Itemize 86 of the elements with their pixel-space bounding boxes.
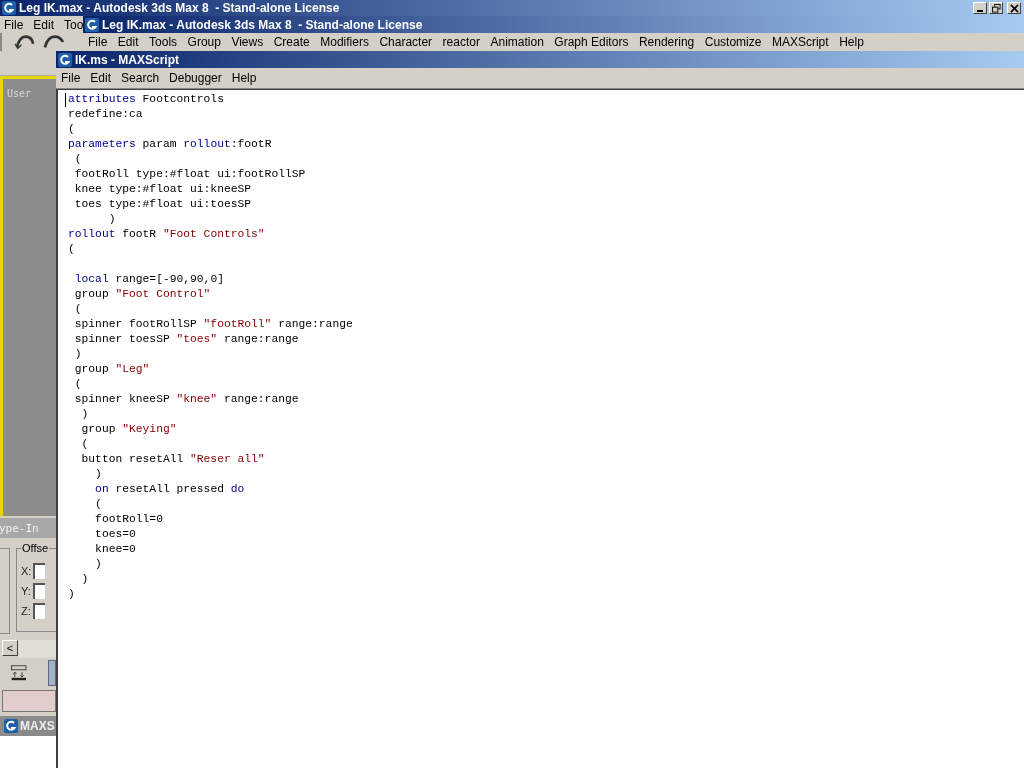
close-button[interactable] (1007, 2, 1021, 14)
menu-item[interactable]: Animation (490, 35, 544, 49)
align-icon[interactable] (10, 663, 28, 683)
minimize-button[interactable] (973, 2, 987, 14)
app-logo-icon (2, 1, 16, 15)
code-line: ( (94, 497, 102, 512)
app-logo-icon (58, 52, 72, 67)
code-line: attributes Footcontrols (68, 92, 224, 107)
code-line: group "Keying" (80, 422, 177, 437)
code-line: knee type:#float ui:kneeSP (73, 182, 252, 197)
menu-item[interactable]: Modifiers (320, 35, 369, 49)
app-logo-icon (4, 719, 18, 733)
menu-item[interactable]: Help (231, 71, 257, 85)
code-line: ) (107, 212, 116, 227)
minimize-icon (977, 9, 983, 12)
toolbar-button[interactable] (47, 660, 56, 686)
menu-item[interactable]: Group (187, 35, 221, 49)
scroll-left-button[interactable]: < (2, 640, 18, 656)
code-line: rollout footR "Foot Controls" (68, 227, 265, 242)
menu-item[interactable]: Create (273, 35, 310, 49)
menu-item[interactable]: File (88, 35, 108, 49)
code-line: ) (94, 467, 102, 482)
code-line: local range=[-90,90,0] (73, 272, 224, 287)
menu-item[interactable]: File (4, 17, 24, 32)
axis-label: X: (21, 565, 32, 577)
code-line: footRoll type:#float ui:footRollSP (73, 167, 306, 182)
code-line: ( (68, 122, 75, 137)
input-field[interactable] (33, 563, 46, 579)
input-field[interactable] (32, 603, 45, 619)
axis-label: Z: (21, 605, 31, 617)
menu-item[interactable]: Graph Editors (554, 35, 629, 49)
code-line: ) (94, 557, 102, 572)
restore-button[interactable] (989, 2, 1003, 14)
code-line: group "Foot Control" (73, 287, 211, 302)
code-line: button resetAll "Reser all" (80, 452, 265, 467)
window-title: IK.ms - MAXScript (75, 52, 179, 67)
code-line: spinner footRollSP "footRoll" range:range (73, 317, 353, 332)
code-line: knee=0 (94, 542, 136, 557)
menu-item[interactable]: Edit (117, 35, 139, 49)
menu-item[interactable]: Character (379, 35, 433, 49)
code-line: ( (73, 152, 82, 167)
code-line: on resetAll pressed do (94, 482, 245, 497)
axis-label: Y: (21, 585, 31, 597)
code-line: ( (73, 302, 82, 317)
window-title: Leg IK.max - Autodesk 3ds Max 8 - Stand-alone License (19, 1, 340, 15)
code-line: footRoll=0 (94, 512, 163, 527)
menu-item[interactable]: Search (121, 71, 160, 85)
text-cursor (65, 93, 66, 107)
code-line: redefine:ca (68, 107, 143, 122)
undo-icon[interactable] (14, 33, 36, 51)
taskbar-label: MAXS (20, 719, 55, 733)
group-label: Offse (21, 542, 50, 554)
menu-item[interactable]: Too (64, 17, 83, 32)
code-line: parameters param rollout:footR (68, 137, 272, 152)
menu-item[interactable]: reactor (442, 35, 480, 49)
menu-item[interactable]: File (61, 71, 81, 85)
menu-item[interactable]: Rendering (638, 35, 695, 49)
code-line: group "Leg" (73, 362, 150, 377)
menu-item[interactable]: Tools (149, 35, 178, 49)
empty-panel (0, 736, 56, 768)
code-line: ( (73, 377, 82, 392)
menu-item[interactable]: Edit (90, 71, 112, 85)
code-line: ) (68, 587, 75, 602)
restore-icon (991, 3, 1001, 13)
code-line: spinner kneeSP "knee" range:range (73, 392, 299, 407)
input-field[interactable] (32, 583, 45, 599)
app-logo-icon (85, 17, 99, 32)
code-line: toes=0 (94, 527, 136, 542)
code-line: ( (68, 242, 75, 257)
redo-icon[interactable] (42, 33, 64, 51)
menu-item[interactable]: Views (231, 35, 264, 49)
code-line: ( (80, 437, 89, 452)
code-line: ) (80, 407, 89, 422)
menu-item[interactable]: MAXScript (771, 35, 829, 49)
code-line: ) (73, 347, 82, 362)
menu-item[interactable]: Edit (33, 17, 55, 32)
window-title: Leg IK.max - Autodesk 3ds Max 8 - Stand-alone License (102, 17, 423, 32)
close-icon (1009, 3, 1019, 13)
menu-item[interactable]: Customize (704, 35, 762, 49)
menu-item[interactable]: Help (839, 35, 864, 49)
code-line: spinner toesSP "toes" range:range (73, 332, 299, 347)
code-line: ) (80, 572, 89, 587)
code-line: toes type:#float ui:toesSP (73, 197, 252, 212)
panel-title: ype-In (0, 521, 39, 535)
input-field[interactable] (2, 690, 56, 712)
menu-item[interactable]: Debugger (169, 71, 222, 85)
